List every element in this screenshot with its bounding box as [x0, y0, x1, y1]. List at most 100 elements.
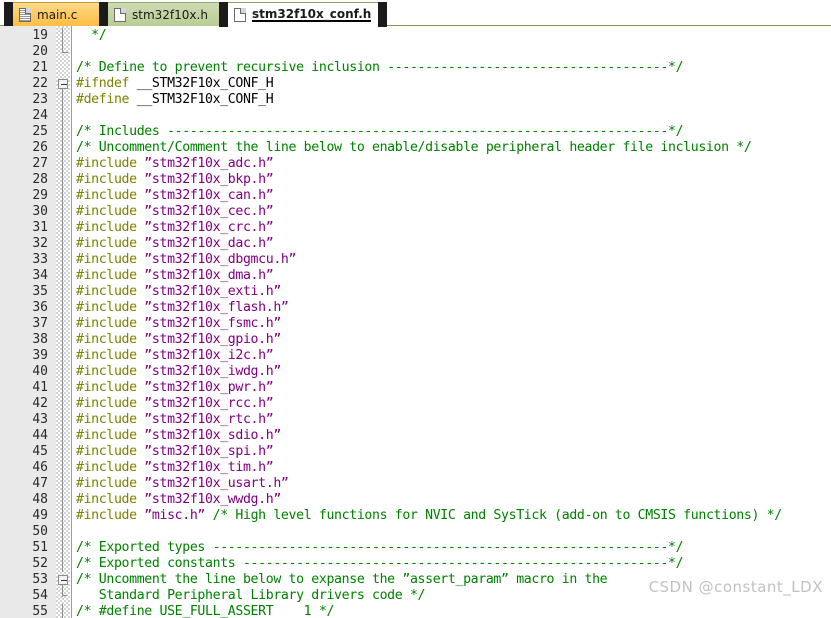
line-number: 24	[32, 108, 48, 123]
line-number: 53	[32, 572, 48, 587]
token-plain: __STM32F10x_CONF_H	[129, 76, 274, 91]
code-line[interactable]: 31 #include ”stm32f10x_crc.h”	[0, 220, 831, 236]
code-line[interactable]: 25 /* Includes --------------------------…	[0, 124, 831, 140]
code-line[interactable]: 42 #include ”stm32f10x_rcc.h”	[0, 396, 831, 412]
line-number: 45	[32, 444, 48, 459]
editor-tab-label: main.c	[37, 7, 78, 22]
code-line[interactable]: 29 #include ”stm32f10x_can.h”	[0, 188, 831, 204]
fold-guide-line	[62, 492, 63, 508]
code-text: /* Uncomment the line below to expanse t…	[76, 572, 608, 588]
fold-guide-line	[62, 108, 63, 124]
code-line[interactable]: 32 #include ”stm32f10x_dac.h”	[0, 236, 831, 252]
line-number: 47	[32, 476, 48, 491]
code-line[interactable]: 50	[0, 524, 831, 540]
code-line[interactable]: 49 #include ”misc.h” /* High level functi…	[0, 508, 831, 524]
code-line[interactable]: 27 #include ”stm32f10x_adc.h”	[0, 156, 831, 172]
file-icon	[234, 7, 246, 22]
token-str: ”stm32f10x_flash.h”	[136, 300, 289, 315]
code-line[interactable]: 45 #include ”stm32f10x_spi.h”	[0, 444, 831, 460]
token-pre: #include	[76, 444, 137, 459]
code-text: #include ”stm32f10x_rcc.h”	[76, 396, 274, 412]
line-number: 38	[32, 332, 48, 347]
fold-region-tick-icon	[62, 595, 67, 596]
token-pre: #include	[76, 348, 137, 363]
code-line[interactable]: 43 #include ”stm32f10x_rtc.h”	[0, 412, 831, 428]
token-pre: #include	[76, 364, 137, 379]
editor-tab-main-c[interactable]: main.c	[4, 2, 120, 27]
fold-guide-line	[62, 444, 63, 460]
token-comment: /* #define USE_FULL_ASSERT 1 */	[76, 604, 335, 618]
code-line[interactable]: 23 #define __STM32F10x_CONF_H	[0, 92, 831, 108]
code-line[interactable]: 35 #include ”stm32f10x_exti.h”	[0, 284, 831, 300]
code-line[interactable]: 20	[0, 44, 831, 60]
fold-guide-line	[62, 124, 63, 140]
fold-guide-line	[62, 348, 63, 364]
token-str: ”stm32f10x_adc.h”	[136, 156, 274, 171]
code-text: #include ”stm32f10x_bkp.h”	[76, 172, 274, 188]
editor-tab-stm32f10x-h[interactable]: stm32f10x.h	[99, 2, 240, 27]
token-pre: #include	[76, 428, 137, 443]
code-text: #include ”stm32f10x_i2c.h”	[76, 348, 274, 364]
token-comment: /* Uncomment/Comment the line below to e…	[76, 140, 752, 155]
code-line[interactable]: 19 */	[0, 28, 831, 44]
code-line[interactable]: 30 #include ”stm32f10x_cec.h”	[0, 204, 831, 220]
line-number: 23	[32, 92, 48, 107]
line-number: 22	[32, 76, 48, 91]
code-line[interactable]: 33 #include ”stm32f10x_dbgmcu.h”	[0, 252, 831, 268]
token-str: ”stm32f10x_wwdg.h”	[136, 492, 281, 507]
fold-guide-line	[62, 508, 63, 524]
fold-guide-line	[62, 28, 63, 44]
code-line[interactable]: 55 /* #define USE_FULL_ASSERT 1 */	[0, 604, 831, 618]
token-pre: #include	[76, 396, 137, 411]
fold-collapse-icon[interactable]	[58, 79, 68, 89]
editor-tab-stm32f10x-conf-h[interactable]: stm32f10x_conf.h	[219, 2, 387, 27]
code-text: #define __STM32F10x_CONF_H	[76, 92, 274, 108]
code-line[interactable]: 37 #include ”stm32f10x_fsmc.h”	[0, 316, 831, 332]
code-text: #include ”stm32f10x_flash.h”	[76, 300, 289, 316]
code-text: #include ”stm32f10x_spi.h”	[76, 444, 274, 460]
token-str: ”stm32f10x_usart.h”	[136, 476, 289, 491]
code-line[interactable]: 47 #include ”stm32f10x_usart.h”	[0, 476, 831, 492]
code-line[interactable]: 38 #include ”stm32f10x_gpio.h”	[0, 332, 831, 348]
code-line[interactable]: 48 #include ”stm32f10x_wwdg.h”	[0, 492, 831, 508]
fold-guide-line	[62, 428, 63, 444]
fold-guide-line	[62, 300, 63, 316]
code-text: #include ”stm32f10x_usart.h”	[76, 476, 289, 492]
code-line[interactable]: 24	[0, 108, 831, 124]
line-number: 34	[32, 268, 48, 283]
fold-guide-line	[62, 156, 63, 172]
code-line[interactable]: 26 /* Uncomment/Comment the line below to…	[0, 140, 831, 156]
token-pre: #include	[76, 220, 137, 235]
code-editor[interactable]: 19 */20 21/* Define to prevent recursive …	[0, 26, 831, 618]
code-line[interactable]: 41 #include ”stm32f10x_pwr.h”	[0, 380, 831, 396]
code-line[interactable]: 34 #include ”stm32f10x_dma.h”	[0, 268, 831, 284]
fold-guide-line	[62, 364, 63, 380]
code-line[interactable]: 21 /* Define to prevent recursive inclusi…	[0, 60, 831, 76]
code-line[interactable]: 36 #include ”stm32f10x_flash.h”	[0, 300, 831, 316]
token-pre: #include	[76, 252, 137, 267]
code-line[interactable]: 44 #include ”stm32f10x_sdio.h”	[0, 428, 831, 444]
fold-guide-line	[62, 332, 63, 348]
code-line[interactable]: 51 /* Exported types --------------------…	[0, 540, 831, 556]
line-number: 36	[32, 300, 48, 315]
token-pre: #include	[76, 188, 137, 203]
fold-guide-line	[62, 188, 63, 204]
code-text: /* Exported constants ------------------…	[76, 556, 684, 572]
code-line[interactable]: 46 #include ”stm32f10x_tim.h”	[0, 460, 831, 476]
fold-collapse-icon[interactable]	[58, 575, 68, 585]
code-line[interactable]: 28 #include ”stm32f10x_bkp.h”	[0, 172, 831, 188]
code-text: #include ”stm32f10x_pwr.h”	[76, 380, 274, 396]
line-number: 42	[32, 396, 48, 411]
token-str: ”misc.h”	[136, 508, 206, 523]
line-number: 44	[32, 428, 48, 443]
code-line[interactable]: 39 #include ”stm32f10x_i2c.h”	[0, 348, 831, 364]
code-line[interactable]: 52 /* Exported constants ----------------…	[0, 556, 831, 572]
code-text: /* Define to prevent recursive inclusion…	[76, 60, 684, 76]
token-pre: #ifndef	[76, 76, 130, 91]
token-comment: /* Define to prevent recursive inclusion…	[76, 60, 684, 75]
code-text: #include ”stm32f10x_rtc.h”	[76, 412, 274, 428]
code-line[interactable]: 40 #include ”stm32f10x_iwdg.h”	[0, 364, 831, 380]
code-line[interactable]: 22 #ifndef __STM32F10x_CONF_H	[0, 76, 831, 92]
line-number: 43	[32, 412, 48, 427]
fold-guide-line	[62, 604, 63, 618]
